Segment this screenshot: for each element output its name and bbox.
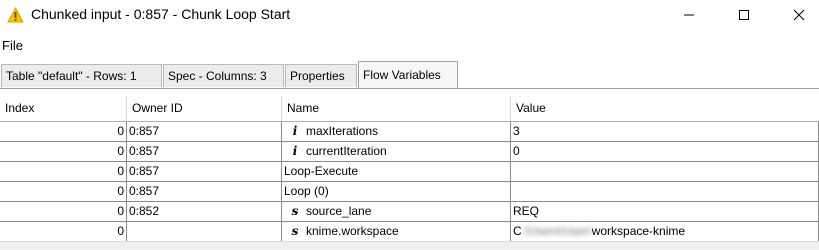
cell-value: 3 — [511, 122, 819, 141]
cell-index: 0 — [0, 202, 127, 221]
tab-spec[interactable]: Spec - Columns: 3 — [163, 64, 284, 87]
table-row[interactable]: 0 0:857 Loop-Execute — [0, 162, 819, 182]
warning-triangle-icon — [7, 7, 24, 23]
cell-owner-id — [127, 222, 282, 241]
cell-name: s source_lane — [282, 202, 511, 221]
value-prefix: C — [513, 224, 522, 238]
cell-owner-id: 0:857 — [127, 162, 282, 181]
cell-owner-id: 0:857 — [127, 122, 282, 141]
tab-properties[interactable]: Properties — [285, 64, 357, 87]
maximize-icon — [739, 10, 749, 20]
menu-bar: File — [0, 34, 819, 56]
cell-index: 0 — [0, 142, 127, 161]
cell-value — [511, 162, 819, 181]
variable-name: maxIterations — [306, 124, 379, 138]
column-header-name[interactable]: Name — [282, 96, 511, 121]
minimize-button[interactable] — [666, 0, 712, 30]
title-bar: Chunked input - 0:857 - Chunk Loop Start — [0, 0, 819, 32]
window-title: Chunked input - 0:857 - Chunk Loop Start — [31, 6, 291, 22]
cell-index: 0 — [0, 222, 127, 241]
cell-owner-id: 0:857 — [127, 182, 282, 201]
cell-index: 0 — [0, 182, 127, 201]
cell-value: 0 — [511, 142, 819, 161]
variable-name: currentIteration — [306, 144, 387, 158]
tab-table-default[interactable]: Table "default" - Rows: 1 — [1, 64, 162, 87]
cell-name: i maxIterations — [282, 122, 511, 141]
integer-type-icon: i — [292, 144, 298, 158]
column-header-value[interactable]: Value — [511, 96, 819, 121]
table-row[interactable]: 0 s knime.workspace C:\Users\User\workspa… — [0, 222, 819, 242]
menu-file[interactable]: File — [2, 38, 23, 53]
table-row[interactable]: 0 0:857 i maxIterations 3 — [0, 122, 819, 142]
tab-flow-variables[interactable]: Flow Variables — [358, 61, 458, 88]
close-button[interactable] — [776, 0, 819, 30]
flow-variables-table: Index Owner ID Name Value 0 0:857 i maxIt… — [0, 96, 819, 242]
cell-value: C:\Users\User\workspace-knime — [511, 222, 819, 241]
close-icon — [793, 9, 805, 21]
string-type-icon: s — [291, 224, 299, 238]
column-header-owner-id[interactable]: Owner ID — [127, 96, 282, 121]
integer-type-icon: i — [292, 124, 298, 138]
string-type-icon: s — [291, 204, 299, 218]
redacted-path: :\Users\User\ — [521, 224, 592, 238]
cell-owner-id: 0:857 — [127, 142, 282, 161]
table-row[interactable]: 0 0:857 Loop (0) — [0, 182, 819, 202]
cell-index: 0 — [0, 162, 127, 181]
column-header-index[interactable]: Index — [0, 96, 127, 121]
maximize-button[interactable] — [721, 0, 767, 30]
cell-value — [511, 182, 819, 201]
cell-name: Loop-Execute — [282, 162, 511, 181]
cell-owner-id: 0:852 — [127, 202, 282, 221]
cell-name: i currentIteration — [282, 142, 511, 161]
cell-value: REQ — [511, 202, 819, 221]
cell-index: 0 — [0, 122, 127, 141]
value-suffix: workspace-knime — [591, 224, 686, 238]
tab-strip: Table "default" - Rows: 1 Spec - Columns… — [0, 60, 819, 89]
table-header: Index Owner ID Name Value — [0, 96, 819, 122]
variable-name: knime.workspace — [306, 224, 399, 238]
minimize-icon — [684, 14, 694, 16]
cell-name: Loop (0) — [282, 182, 511, 201]
cell-name: s knime.workspace — [282, 222, 511, 241]
table-row[interactable]: 0 0:857 i currentIteration 0 — [0, 142, 819, 162]
table-row[interactable]: 0 0:852 s source_lane REQ — [0, 202, 819, 222]
variable-name: source_lane — [306, 204, 372, 218]
